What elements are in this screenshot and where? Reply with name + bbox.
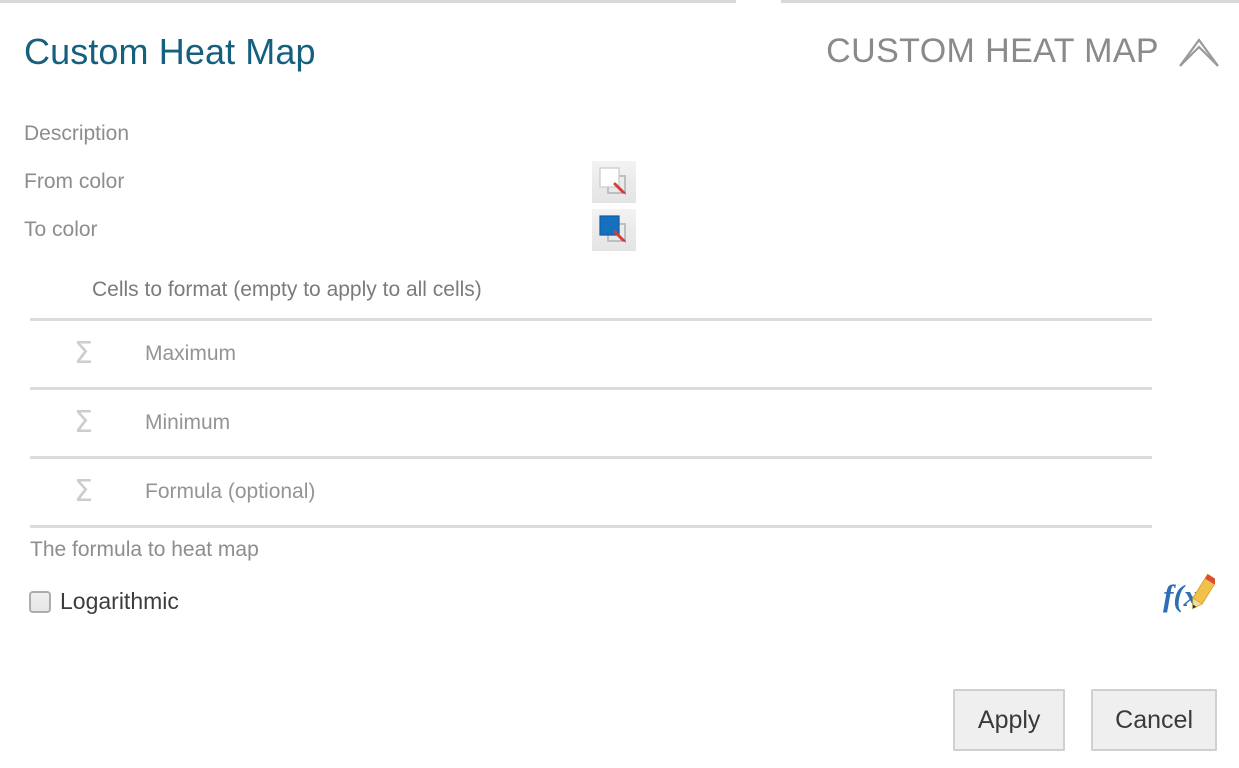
sigma-icon[interactable]: Σ [74,408,114,438]
fx-pencil-icon[interactable]: f(x [1163,573,1218,619]
minimum-field-row[interactable]: Σ Minimum [30,390,1152,456]
chevron-up-icon[interactable] [1177,35,1221,69]
logarithmic-checkbox[interactable] [29,590,51,613]
formula-input[interactable]: Formula (optional) [145,480,315,504]
logarithmic-checkbox-row[interactable]: Logarithmic [29,588,179,615]
header-right-group: CUSTOM HEAT MAP [826,32,1221,71]
minimum-input[interactable]: Minimum [145,411,230,435]
formula-field-row[interactable]: Σ Formula (optional) [30,459,1152,525]
field-divider [30,525,1152,528]
from-color-label: From color [24,170,125,193]
panel-caption: CUSTOM HEAT MAP [826,32,1159,70]
formula-help-text: The formula to heat map [30,538,259,561]
page-title: Custom Heat Map [24,31,316,72]
cancel-button[interactable]: Cancel [1091,689,1217,751]
to-color-picker-button[interactable] [592,209,636,251]
maximum-input[interactable]: Maximum [145,342,236,366]
logarithmic-label: Logarithmic [60,588,179,614]
panel-top-border-right [781,0,1239,3]
from-color-picker-button[interactable] [592,161,636,203]
maximum-field-row[interactable]: Σ Maximum [30,321,1152,387]
cells-to-format-label: Cells to format (empty to apply to all c… [92,278,482,301]
to-color-label: To color [24,218,98,241]
sigma-icon[interactable]: Σ [74,339,114,369]
custom-heat-map-panel: Custom Heat Map CUSTOM HEAT MAP Descript… [0,0,1239,768]
description-input[interactable]: Description [24,122,129,146]
sigma-icon[interactable]: Σ [74,477,114,507]
dialog-footer: Apply Cancel [953,689,1217,751]
apply-button[interactable]: Apply [953,689,1066,751]
panel-top-border-left [0,0,736,3]
